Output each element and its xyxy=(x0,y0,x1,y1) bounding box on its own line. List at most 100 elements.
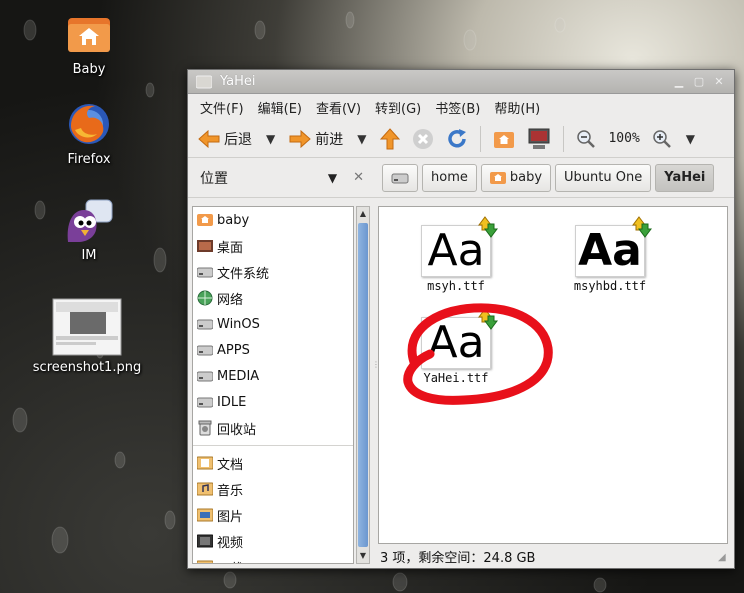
file-view: Aa msyh.ttf Aa msyhbd.ttf Aa YaHei.ttf xyxy=(378,206,728,544)
home-folder-icon xyxy=(197,214,213,226)
home-folder-icon xyxy=(494,131,515,148)
menu-help[interactable]: 帮助(H) xyxy=(488,96,546,119)
toolbar: 后退 ▼ 前进 ▼ 100% ▼ xyxy=(188,120,734,158)
forward-label: 前进 xyxy=(315,131,344,148)
sidebar-item-documents[interactable]: 文档 xyxy=(193,450,353,476)
sidebar-item-downloads[interactable]: 下载 xyxy=(193,554,353,563)
file-item-yahei[interactable]: Aa YaHei.ttf xyxy=(401,308,511,385)
drive-icon xyxy=(197,319,213,330)
link-arrow-icon xyxy=(478,308,498,330)
stop-button[interactable] xyxy=(408,124,438,154)
font-preview: Aa xyxy=(575,216,652,277)
window-title: YaHei xyxy=(220,74,256,89)
desktop-icon-im[interactable]: IM xyxy=(34,198,144,263)
sidebar-item-videos[interactable]: 视频 xyxy=(193,528,353,554)
drive-icon xyxy=(197,345,213,356)
file-item-msyh[interactable]: Aa msyh.ttf xyxy=(401,216,511,293)
forward-history-dropdown[interactable]: ▼ xyxy=(351,132,372,146)
maximize-button[interactable]: ▢ xyxy=(692,75,706,89)
up-button[interactable] xyxy=(376,124,404,154)
sidebar-item-trash[interactable]: 回收站 xyxy=(193,415,353,441)
sidebar-item-label: MEDIA xyxy=(217,368,260,384)
breadcrumb-root[interactable] xyxy=(382,163,418,192)
zoom-out-icon xyxy=(577,129,596,148)
menu-go[interactable]: 转到(G) xyxy=(369,96,427,119)
back-label: 后退 xyxy=(224,131,252,148)
desktop-icon-baby[interactable]: Baby xyxy=(34,10,144,77)
music-folder-icon xyxy=(197,482,213,496)
forward-arrow-icon xyxy=(289,129,311,148)
breadcrumb-home[interactable]: home xyxy=(422,163,477,192)
close-button[interactable]: ✕ xyxy=(712,75,726,89)
sidebar-item-media[interactable]: MEDIA xyxy=(193,363,353,389)
link-arrow-icon xyxy=(478,216,498,238)
desktop-icon-label: Firefox xyxy=(67,152,111,167)
sidebar-header: 位置 ▼ ✕ xyxy=(188,168,374,188)
image-file-icon xyxy=(52,298,122,356)
documents-folder-icon xyxy=(197,456,213,470)
pictures-folder-icon xyxy=(197,508,213,522)
home-folder-icon xyxy=(489,171,506,184)
sidebar-item-idle[interactable]: IDLE xyxy=(193,389,353,415)
resize-grip-icon[interactable]: ◢ xyxy=(718,552,730,564)
zoom-in-button[interactable] xyxy=(648,125,676,153)
sidebar-scrollbar[interactable]: ▲ ▼ xyxy=(356,206,370,564)
desktop-icon-screenshot[interactable]: screenshot1.png xyxy=(32,298,142,375)
zoom-out-button[interactable] xyxy=(572,125,600,153)
menu-edit[interactable]: 编辑(E) xyxy=(252,96,308,119)
breadcrumb-yahei[interactable]: YaHei xyxy=(655,163,715,192)
menu-bookmarks[interactable]: 书签(B) xyxy=(429,96,486,119)
menu-file[interactable]: 文件(F) xyxy=(194,96,250,119)
sidebar-item-label: 视频 xyxy=(217,535,244,551)
menu-bar: 文件(F) 编辑(E) 查看(V) 转到(G) 书签(B) 帮助(H) xyxy=(188,94,734,120)
breadcrumb-ubuntu-one[interactable]: Ubuntu One xyxy=(555,163,652,192)
drive-icon xyxy=(391,173,409,183)
breadcrumb-baby[interactable]: baby xyxy=(480,163,552,192)
sidebar-item-apps[interactable]: APPS xyxy=(193,337,353,363)
sidebar-item-label: WinOS xyxy=(217,316,260,332)
scrollbar-thumb[interactable] xyxy=(358,223,368,547)
reload-button[interactable] xyxy=(442,124,472,154)
title-bar[interactable]: YaHei ▁ ▢ ✕ xyxy=(188,70,734,94)
sidebar-item-label: 音乐 xyxy=(217,483,244,499)
sidebar-item-label: baby xyxy=(217,212,250,228)
firefox-icon xyxy=(69,104,109,144)
location-bar: 位置 ▼ ✕ home baby Ubuntu One YaHei xyxy=(188,158,734,198)
toolbar-overflow-dropdown[interactable]: ▼ xyxy=(680,132,701,146)
sidebar-type-dropdown[interactable]: ▼ xyxy=(328,171,337,185)
sidebar-item-baby[interactable]: baby xyxy=(193,207,353,233)
font-preview: Aa xyxy=(421,216,498,277)
scroll-up-icon[interactable]: ▲ xyxy=(357,207,369,221)
up-arrow-icon xyxy=(380,127,401,149)
file-item-msyhbd[interactable]: Aa msyhbd.ttf xyxy=(555,216,665,293)
minimize-button[interactable]: ▁ xyxy=(672,75,686,89)
sidebar-item-winos[interactable]: WinOS xyxy=(193,311,353,337)
back-button[interactable]: 后退 xyxy=(194,125,256,153)
network-icon xyxy=(197,290,213,306)
status-text: 3 项，剩余空间：24.8 GB xyxy=(380,550,536,566)
folder-icon xyxy=(196,75,212,88)
zoom-level: 100% xyxy=(608,131,640,146)
back-history-dropdown[interactable]: ▼ xyxy=(260,132,281,146)
home-folder-icon xyxy=(68,18,110,52)
sidebar-item-network[interactable]: 网络 xyxy=(193,285,353,311)
sidebar-item-pictures[interactable]: 图片 xyxy=(193,502,353,528)
sidebar-item-desktop[interactable]: 桌面 xyxy=(193,233,353,259)
sidebar-item-label: APPS xyxy=(217,342,250,358)
sidebar-item-music[interactable]: 音乐 xyxy=(193,476,353,502)
forward-button[interactable]: 前进 xyxy=(285,125,347,153)
sidebar-item-label: 文档 xyxy=(217,457,244,473)
file-name: YaHei.ttf xyxy=(423,371,489,385)
menu-view[interactable]: 查看(V) xyxy=(310,96,367,119)
drive-icon xyxy=(197,267,213,278)
scroll-down-icon[interactable]: ▼ xyxy=(357,549,369,563)
home-button[interactable] xyxy=(489,125,519,153)
sidebar-title: 位置 xyxy=(200,170,228,187)
file-name: msyhbd.ttf xyxy=(573,279,647,293)
computer-button[interactable] xyxy=(523,124,555,154)
main-panes: baby 桌面 文件系统 网络 WinOS APPS MEDIA IDLE 回收… xyxy=(188,200,734,568)
breadcrumb-label: baby xyxy=(509,170,543,185)
sidebar-item-filesystem[interactable]: 文件系统 xyxy=(193,259,353,285)
sidebar-close-icon[interactable]: ✕ xyxy=(353,170,364,185)
desktop-icon-firefox[interactable]: Firefox xyxy=(34,100,144,167)
